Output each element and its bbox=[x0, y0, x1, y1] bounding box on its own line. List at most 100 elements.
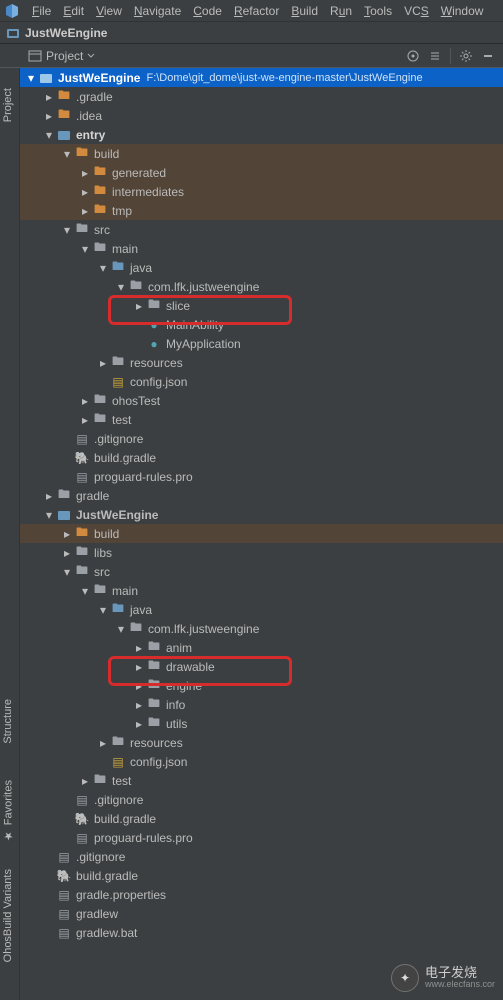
file-icon: ▤ bbox=[56, 925, 72, 941]
folder-icon: 🖿 bbox=[92, 773, 108, 789]
menu-view[interactable]: View bbox=[90, 2, 128, 20]
folder-icon: 🖿 bbox=[92, 184, 108, 200]
folder-icon: 🖿 bbox=[74, 526, 90, 542]
tree-item-my-application[interactable]: ● MyApplication bbox=[20, 334, 503, 353]
app-logo-icon bbox=[4, 3, 20, 19]
tree-item-libs[interactable]: ▸ 🖿 libs bbox=[20, 543, 503, 562]
tree-item-intermediates[interactable]: ▸ 🖿 intermediates bbox=[20, 182, 503, 201]
tree-item-engine[interactable]: ▸ 🖿 engine bbox=[20, 676, 503, 695]
breadcrumb-project: JustWeEngine bbox=[25, 26, 107, 40]
tree-item-generated[interactable]: ▸ 🖿 generated bbox=[20, 163, 503, 182]
tree-item-package-1[interactable]: ▾ 🖿 com.lfk.justweengine bbox=[20, 277, 503, 296]
menu-code[interactable]: Code bbox=[187, 2, 228, 20]
hide-button[interactable] bbox=[479, 47, 497, 65]
menu-vcs[interactable]: VCS bbox=[398, 2, 435, 20]
menu-edit[interactable]: Edit bbox=[57, 2, 90, 20]
source-folder-icon: 🖿 bbox=[110, 260, 126, 276]
tree-item-java-1[interactable]: ▾ 🖿 java bbox=[20, 258, 503, 277]
project-view-selector[interactable]: Project bbox=[24, 47, 99, 65]
folder-icon: 🖿 bbox=[92, 393, 108, 409]
sidebar-tab-favorites[interactable]: ★ Favorites bbox=[0, 772, 17, 850]
file-icon: ▤ bbox=[74, 792, 90, 808]
package-icon: 🖿 bbox=[128, 621, 144, 637]
tree-item-anim[interactable]: ▸ 🖿 anim bbox=[20, 638, 503, 657]
folder-icon: 🖿 bbox=[74, 146, 90, 162]
dropdown-arrow-icon bbox=[87, 52, 95, 60]
file-icon: ▤ bbox=[74, 830, 90, 846]
package-icon: 🖿 bbox=[146, 640, 162, 656]
package-icon: 🖿 bbox=[128, 279, 144, 295]
tree-item-main-1[interactable]: ▾ 🖿 main bbox=[20, 239, 503, 258]
select-opened-file-button[interactable] bbox=[404, 47, 422, 65]
menu-file[interactable]: File bbox=[26, 2, 57, 20]
menu-window[interactable]: Window bbox=[435, 2, 490, 20]
tree-item-idea-dir[interactable]: ▸ 🖿 .idea bbox=[20, 106, 503, 125]
folder-icon: 🖿 bbox=[92, 583, 108, 599]
tree-item-gradle-properties[interactable]: ▤ gradle.properties bbox=[20, 885, 503, 904]
sidebar-tab-structure[interactable]: Structure bbox=[0, 691, 16, 752]
expand-all-button[interactable] bbox=[426, 47, 444, 65]
watermark-url: www.elecfans.cor bbox=[425, 980, 495, 990]
watermark-brand: 电子发烧 bbox=[425, 966, 495, 980]
folder-icon: 🖿 bbox=[92, 165, 108, 181]
tree-item-test-1[interactable]: ▸ 🖿 test bbox=[20, 410, 503, 429]
tree-item-build-gradle-root[interactable]: 🐘 build.gradle bbox=[20, 866, 503, 885]
tree-item-build-1[interactable]: ▾ 🖿 build bbox=[20, 144, 503, 163]
tree-item-src-1[interactable]: ▾ 🖿 src bbox=[20, 220, 503, 239]
tree-item-build-gradle-2[interactable]: 🐘 build.gradle bbox=[20, 809, 503, 828]
tree-item-drawable[interactable]: ▸ 🖿 drawable bbox=[20, 657, 503, 676]
module-icon bbox=[56, 507, 72, 523]
menu-navigate[interactable]: Navigate bbox=[128, 2, 187, 20]
tree-item-ohos-test[interactable]: ▸ 🖿 ohosTest bbox=[20, 391, 503, 410]
tree-item-gradle-folder[interactable]: ▸ 🖿 gradle bbox=[20, 486, 503, 505]
project-tree[interactable]: ▾ JustWeEngine F:\Dome\git_dome\just-we-… bbox=[20, 68, 503, 1000]
tree-item-resources-1[interactable]: ▸ 🖿 resources bbox=[20, 353, 503, 372]
tree-item-gitignore-root[interactable]: ▤ .gitignore bbox=[20, 847, 503, 866]
tree-item-info[interactable]: ▸ 🖿 info bbox=[20, 695, 503, 714]
menu-tools[interactable]: Tools bbox=[358, 2, 398, 20]
tree-item-slice[interactable]: ▸ 🖿 slice bbox=[20, 296, 503, 315]
tree-item-utils[interactable]: ▸ 🖿 utils bbox=[20, 714, 503, 733]
tree-item-main-ability[interactable]: ● MainAbility bbox=[20, 315, 503, 334]
sidebar-tab-ohos[interactable]: OhosBuild Variants bbox=[0, 861, 16, 970]
tree-item-config-json-1[interactable]: ▤ config.json bbox=[20, 372, 503, 391]
settings-button[interactable] bbox=[457, 47, 475, 65]
tree-item-gradlew-bat[interactable]: ▤ gradlew.bat bbox=[20, 923, 503, 942]
project-view-icon bbox=[28, 49, 42, 63]
project-view-label: Project bbox=[46, 49, 83, 63]
menu-run[interactable]: Run bbox=[324, 2, 358, 20]
menu-refactor[interactable]: Refactor bbox=[228, 2, 285, 20]
tree-item-build-gradle-1[interactable]: 🐘 build.gradle bbox=[20, 448, 503, 467]
json-file-icon: ▤ bbox=[110, 374, 126, 390]
breadcrumb-bar: JustWeEngine bbox=[0, 22, 503, 44]
tree-item-module[interactable]: ▾ JustWeEngine bbox=[20, 505, 503, 524]
tree-item-main-2[interactable]: ▾ 🖿 main bbox=[20, 581, 503, 600]
tree-item-test-2[interactable]: ▸ 🖿 test bbox=[20, 771, 503, 790]
resources-folder-icon: 🖿 bbox=[110, 735, 126, 751]
tree-root[interactable]: ▾ JustWeEngine F:\Dome\git_dome\just-we-… bbox=[20, 68, 503, 87]
tree-item-java-2[interactable]: ▾ 🖿 java bbox=[20, 600, 503, 619]
tree-item-config-json-2[interactable]: ▤ config.json bbox=[20, 752, 503, 771]
tree-item-proguard-2[interactable]: ▤ proguard-rules.pro bbox=[20, 828, 503, 847]
tree-item-resources-2[interactable]: ▸ 🖿 resources bbox=[20, 733, 503, 752]
tree-item-gradle-dir[interactable]: ▸ 🖿 .gradle bbox=[20, 87, 503, 106]
sidebar-tab-project[interactable]: Project bbox=[0, 80, 16, 130]
gradle-file-icon: 🐘 bbox=[74, 811, 90, 827]
tree-item-tmp[interactable]: ▸ 🖿 tmp bbox=[20, 201, 503, 220]
menu-build[interactable]: Build bbox=[285, 2, 324, 20]
tree-item-gitignore-2[interactable]: ▤ .gitignore bbox=[20, 790, 503, 809]
tree-item-build-2[interactable]: ▸ 🖿 build bbox=[20, 524, 503, 543]
tree-item-package-2[interactable]: ▾ 🖿 com.lfk.justweengine bbox=[20, 619, 503, 638]
tree-item-gradlew[interactable]: ▤ gradlew bbox=[20, 904, 503, 923]
package-icon: 🖿 bbox=[146, 678, 162, 694]
tree-item-proguard-1[interactable]: ▤ proguard-rules.pro bbox=[20, 467, 503, 486]
source-folder-icon: 🖿 bbox=[110, 602, 126, 618]
project-tool-header: Project bbox=[0, 44, 503, 68]
tree-item-entry[interactable]: ▾ entry bbox=[20, 125, 503, 144]
tree-item-src-2[interactable]: ▾ 🖿 src bbox=[20, 562, 503, 581]
tree-item-gitignore-1[interactable]: ▤ .gitignore bbox=[20, 429, 503, 448]
watermark: ✦ 电子发烧 www.elecfans.cor bbox=[391, 964, 495, 992]
file-icon: ▤ bbox=[56, 906, 72, 922]
root-path: F:\Dome\git_dome\just-we-engine-master\J… bbox=[146, 72, 422, 84]
package-icon: 🖿 bbox=[146, 298, 162, 314]
